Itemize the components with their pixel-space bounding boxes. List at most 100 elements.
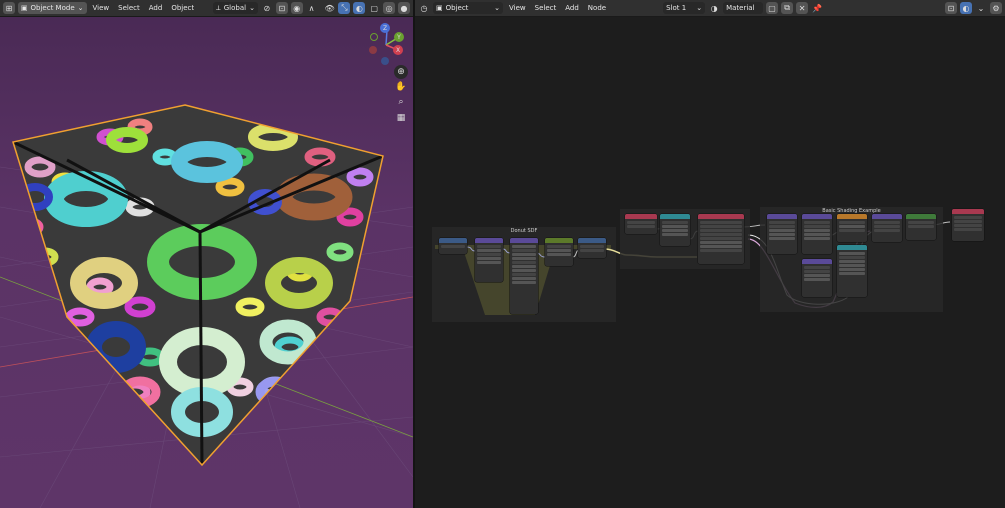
- menu-view[interactable]: View: [90, 4, 113, 12]
- node-texture-coordinate[interactable]: [698, 214, 744, 264]
- gizmo-y-axis[interactable]: Y: [394, 32, 404, 42]
- mode-label: Object Mode: [30, 4, 75, 12]
- gizmo-x-axis[interactable]: X: [393, 45, 403, 55]
- node-field: [662, 225, 688, 228]
- node-field: [477, 245, 501, 248]
- menu-add[interactable]: Add: [146, 4, 166, 12]
- node-emission[interactable]: [906, 214, 936, 240]
- chevron-down-icon: ⌄: [249, 4, 255, 12]
- node-field: [839, 225, 865, 228]
- menu-add[interactable]: Add: [562, 4, 582, 12]
- fake-user-icon[interactable]: ▢: [766, 2, 779, 14]
- menu-select[interactable]: Select: [532, 4, 560, 12]
- node-field: [804, 237, 830, 240]
- pin-icon[interactable]: 📌: [811, 2, 823, 14]
- shading-wireframe-icon[interactable]: ◎: [383, 2, 396, 14]
- node-vector-math-a[interactable]: [475, 238, 503, 282]
- viewport-header: ⊞ ▣ Object Mode ⌄ View Select Add Object…: [0, 0, 413, 17]
- node-vector-transform[interactable]: [660, 214, 690, 246]
- node-field: [839, 229, 865, 232]
- node-field: [512, 273, 536, 276]
- camera-view-icon[interactable]: ⌕: [394, 95, 408, 109]
- node-torus-sdf[interactable]: [545, 238, 573, 266]
- gizmo-z-axis[interactable]: Z: [380, 23, 390, 33]
- node-field: [547, 253, 571, 256]
- menu-object[interactable]: Object: [168, 4, 197, 12]
- node-group-output[interactable]: [578, 238, 606, 258]
- node-map-range[interactable]: [837, 245, 867, 297]
- editor-type-icon[interactable]: ⊞: [3, 2, 15, 14]
- viewport-scene: [0, 104, 413, 508]
- shader-type-dropdown[interactable]: ▣ Object ⌄: [433, 2, 503, 14]
- slot-label: Slot 1: [666, 4, 687, 12]
- node-field: [512, 281, 536, 284]
- unlink-material-icon[interactable]: ✕: [796, 2, 809, 14]
- node-object-info[interactable]: [625, 214, 657, 234]
- shading-solid-icon[interactable]: ●: [398, 2, 410, 14]
- node-field: [839, 268, 865, 271]
- node-vector-math-b[interactable]: [802, 214, 832, 254]
- pivot-icon[interactable]: ⊘: [261, 2, 273, 14]
- node-field: [512, 253, 536, 256]
- node-field: [512, 265, 536, 268]
- gizmo-toggle-icon[interactable]: ⤡: [338, 2, 351, 14]
- material-sphere-icon[interactable]: ◑: [708, 2, 720, 14]
- node-field: [804, 233, 830, 236]
- overlay-toggle-icon[interactable]: ◐: [353, 2, 366, 14]
- overlay-dropdown-icon[interactable]: ⌄: [975, 2, 987, 14]
- node-field: [839, 256, 865, 259]
- node-color-ramp[interactable]: [837, 214, 867, 242]
- snap-toggle-icon[interactable]: ⊡: [945, 2, 957, 14]
- node-field: [580, 249, 604, 252]
- object-icon: ▣: [436, 4, 443, 12]
- menu-view[interactable]: View: [506, 4, 529, 12]
- node-add-shader[interactable]: [767, 214, 797, 254]
- visibility-icon[interactable]: 👁: [324, 2, 336, 14]
- xray-icon[interactable]: ▢: [368, 2, 380, 14]
- chevron-down-icon: ⌄: [77, 4, 84, 12]
- pan-hand-icon[interactable]: ✋: [394, 80, 408, 94]
- slot-dropdown[interactable]: Slot 1 ⌄: [663, 2, 706, 14]
- material-name-field[interactable]: Material: [723, 2, 764, 14]
- falloff-icon[interactable]: ∧: [306, 2, 318, 14]
- node-editor-header: ◷ ▣ Object ⌄ View Select Add Node Slot 1…: [415, 0, 1005, 17]
- node-field: [627, 225, 655, 228]
- 3d-viewport[interactable]: Z Y X ⊕ ✋ ⌕ ▦: [0, 17, 413, 508]
- chevron-down-icon: ⌄: [494, 4, 500, 12]
- node-material-output[interactable]: [952, 209, 984, 241]
- mode-dropdown[interactable]: ▣ Object Mode ⌄: [17, 2, 87, 14]
- node-field: [512, 277, 536, 280]
- node-dot-product[interactable]: [802, 259, 832, 297]
- gizmo-neg-y[interactable]: [370, 33, 378, 41]
- object-mode-icon: ▣: [20, 4, 28, 12]
- snap-icon[interactable]: ⊡: [275, 2, 288, 14]
- gizmo-neg-z[interactable]: [381, 57, 389, 65]
- node-field: [954, 228, 982, 231]
- node-field: [874, 221, 900, 224]
- perspective-grid-icon[interactable]: ▦: [394, 111, 408, 125]
- backdrop-icon[interactable]: ⚙: [990, 2, 1002, 14]
- overlay-toggle-icon[interactable]: ◐: [960, 2, 972, 14]
- node-geometry-input[interactable]: [439, 238, 467, 254]
- node-field: [804, 274, 830, 277]
- node-field: [547, 249, 571, 252]
- node-field: [700, 233, 742, 236]
- node-field: [954, 220, 982, 223]
- node-field: [662, 233, 688, 236]
- node-field: [874, 225, 900, 228]
- node-editor-canvas[interactable]: Donut SDF Basic Shading Example: [415, 17, 1005, 508]
- zoom-icon[interactable]: ⊕: [394, 65, 408, 79]
- navigation-gizmo[interactable]: Z Y X: [366, 23, 406, 67]
- menu-node[interactable]: Node: [585, 4, 609, 12]
- editor-type-shader-icon[interactable]: ◷: [418, 2, 430, 14]
- node-field: [954, 216, 982, 219]
- menu-select[interactable]: Select: [115, 4, 143, 12]
- gizmo-neg-x[interactable]: [369, 46, 377, 54]
- proportional-edit-icon[interactable]: ◉: [290, 2, 303, 14]
- transform-orientation-dropdown[interactable]: ⟂ Global ⌄: [213, 2, 258, 14]
- node-mapping[interactable]: [510, 238, 538, 314]
- node-field: [769, 221, 795, 224]
- node-mix[interactable]: [872, 214, 902, 242]
- duplicate-material-icon[interactable]: ⧉: [781, 2, 794, 14]
- node-field: [512, 269, 536, 272]
